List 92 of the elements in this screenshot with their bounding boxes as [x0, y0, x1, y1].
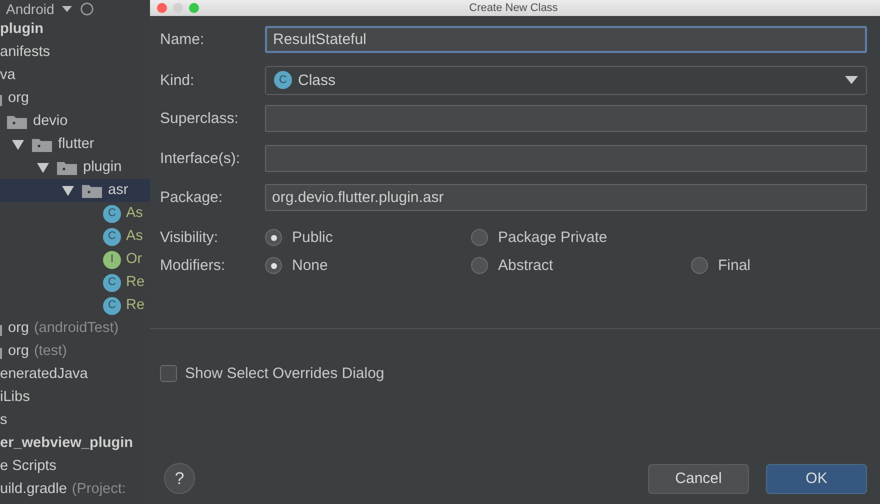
tree-label: anifests: [0, 45, 50, 60]
field-label: Interface(s):: [160, 150, 242, 166]
dropdown-caret-icon: [845, 76, 858, 84]
radio-button[interactable]: [265, 229, 282, 246]
close-button[interactable]: [157, 3, 167, 13]
tree-label: asr: [108, 183, 128, 198]
tree-label: org: [8, 321, 29, 336]
text-input-field[interactable]: org.devio.flutter.plugin.asr: [265, 184, 867, 211]
expand-arrow-icon[interactable]: [62, 186, 74, 196]
tree-label: org: [8, 91, 29, 106]
radio-button[interactable]: [471, 229, 488, 246]
tree-label: uild.gradle: [0, 482, 67, 497]
tree-row[interactable]: iLibs: [0, 386, 150, 409]
tree-label: iLibs: [0, 390, 30, 405]
tree-row[interactable]: eneratedJava: [0, 363, 150, 386]
checkbox[interactable]: [160, 364, 177, 382]
tree-label: plugin: [83, 160, 122, 175]
class-icon: C: [103, 296, 121, 314]
field-label: Package:: [160, 189, 224, 206]
tree-label: s: [0, 413, 8, 428]
group-label: Modifiers:: [160, 257, 226, 274]
tree-row[interactable]: uild.gradle (Project:: [0, 478, 150, 501]
tree-row[interactable]: C Re: [0, 294, 150, 317]
tree-row[interactable]: I Or: [0, 248, 150, 271]
tree-label-suffix: (test): [34, 344, 67, 359]
tree-label: va: [0, 68, 16, 83]
radio-label: Abstract: [498, 257, 554, 274]
expand-arrow-icon[interactable]: [37, 162, 49, 172]
tree-label: Re: [126, 298, 145, 313]
kind-dropdown[interactable]: C Class: [265, 66, 867, 94]
tree-row[interactable]: er_webview_plugin: [0, 432, 150, 455]
tree-label: Re: [126, 275, 145, 290]
folder-icon: [57, 160, 77, 174]
tree-label: flutter: [58, 137, 94, 152]
field-label: Superclass:: [160, 110, 240, 127]
tree-label-suffix: (Project:: [72, 482, 126, 497]
tree-row[interactable]: va: [0, 64, 150, 87]
radio-label: Final: [718, 257, 751, 274]
group-label: Visibility:: [160, 229, 220, 246]
help-button[interactable]: ?: [164, 463, 195, 494]
class-icon: C: [274, 71, 292, 89]
tree-label: devio: [33, 114, 68, 129]
folder-icon: [82, 184, 102, 198]
tree-row[interactable]: s: [0, 409, 150, 432]
minimize-button[interactable]: [173, 3, 183, 13]
cancel-button[interactable]: Cancel: [648, 464, 749, 494]
dialog-title: Create New Class: [468, 2, 559, 14]
maximize-button[interactable]: [189, 3, 199, 13]
tree-row[interactable]: C Re: [0, 271, 150, 294]
tree-label: e Scripts: [0, 459, 56, 474]
class-icon: C: [103, 204, 121, 222]
tree-row[interactable]: org (test): [0, 340, 150, 363]
tree-row[interactable]: org: [0, 87, 150, 110]
tree-label: Or: [126, 252, 142, 267]
tree-row[interactable]: e Scripts: [0, 455, 150, 478]
tree-row[interactable]: plugin: [0, 156, 150, 179]
tree-label: er_webview_plugin: [0, 436, 133, 451]
class-icon: C: [103, 228, 121, 246]
tree-row[interactable]: asr: [0, 179, 150, 202]
tree-label-suffix: (androidTest): [34, 321, 119, 336]
radio-button[interactable]: [691, 257, 708, 274]
tree-row[interactable]: flutter: [0, 133, 150, 156]
folder-icon: [32, 138, 52, 152]
tree-row[interactable]: C As: [0, 225, 150, 248]
checkbox-label: Show Select Overrides Dialog: [185, 364, 384, 382]
field-label: Kind:: [160, 72, 196, 88]
text-input-field[interactable]: ResultStateful: [265, 26, 867, 53]
radio-button[interactable]: [471, 257, 488, 274]
radio-button[interactable]: [265, 257, 282, 274]
tree-row[interactable]: anifests: [0, 41, 150, 64]
interface-icon: I: [103, 250, 121, 268]
radio-label: Package Private: [498, 229, 608, 246]
tree-label: As: [126, 206, 143, 221]
text-input-field[interactable]: [265, 105, 867, 132]
field-label: Name:: [160, 31, 206, 48]
folder-icon: [7, 114, 27, 128]
text-input-field[interactable]: [265, 144, 867, 172]
tree-label: plugin: [0, 22, 44, 37]
tree-row[interactable]: org (androidTest): [0, 317, 150, 340]
ok-button[interactable]: OK: [766, 464, 867, 494]
radio-label: Public: [292, 229, 333, 246]
expand-arrow-icon[interactable]: [12, 140, 24, 150]
tree-label: org: [8, 344, 29, 359]
dropdown-caret-icon[interactable]: [62, 6, 72, 12]
tree-row[interactable]: devio: [0, 110, 150, 133]
tree-label: As: [126, 229, 143, 244]
tree-row[interactable]: C As: [0, 202, 150, 225]
tree-label: eneratedJava: [0, 367, 88, 382]
radio-label: None: [292, 257, 328, 274]
tree-row[interactable]: plugin: [0, 18, 150, 41]
view-selector[interactable]: Android: [6, 2, 54, 16]
class-icon: C: [103, 274, 121, 292]
